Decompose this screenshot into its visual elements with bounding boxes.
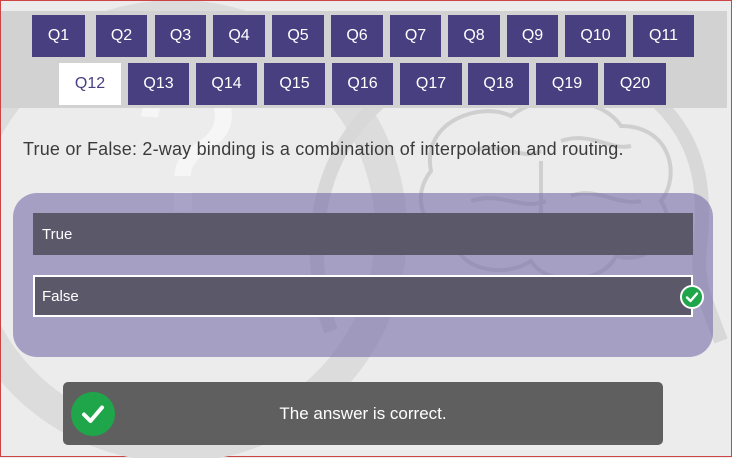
question-navigation: Q1 Q2 Q3 Q4 Q5 Q6 Q7 Q8 Q9 Q10 Q11 Q12 Q… [1,11,727,108]
question-tab-q15[interactable]: Q15 [264,63,325,105]
question-tab-q9[interactable]: Q9 [507,15,558,57]
question-tab-q19[interactable]: Q19 [536,63,598,105]
question-tab-q20[interactable]: Q20 [604,63,666,105]
question-tab-q16[interactable]: Q16 [332,63,393,105]
answer-option-true[interactable]: True [33,213,693,255]
checkmark-icon [71,392,115,436]
answer-feedback-banner: The answer is correct. [63,382,663,445]
question-tab-q18[interactable]: Q18 [468,63,529,105]
question-text: True or False: 2-way binding is a combin… [23,139,624,159]
question-tab-q8[interactable]: Q8 [448,15,500,57]
question-tab-q17[interactable]: Q17 [400,63,462,105]
question-tab-q3[interactable]: Q3 [155,15,206,57]
answer-option-label: False [42,287,79,305]
answer-option-label: True [42,225,73,243]
question-tab-q4[interactable]: Q4 [213,15,265,57]
question-tab-q14[interactable]: Q14 [196,63,257,105]
question-tab-q11[interactable]: Q11 [633,15,694,57]
question-tab-q5[interactable]: Q5 [272,15,324,57]
question-tab-q6[interactable]: Q6 [331,15,383,57]
feedback-message: The answer is correct. [279,403,447,423]
correct-check-icon [680,285,704,309]
question-tab-q12[interactable]: Q12 [59,63,121,105]
question-tab-q1[interactable]: Q1 [32,15,85,57]
question-tab-q10[interactable]: Q10 [565,15,626,57]
question-tab-q13[interactable]: Q13 [128,63,189,105]
question-tab-q7[interactable]: Q7 [390,15,441,57]
answer-options-panel: True False [13,193,713,357]
quiz-container: Q1 Q2 Q3 Q4 Q5 Q6 Q7 Q8 Q9 Q10 Q11 Q12 Q… [1,1,731,456]
answer-option-false[interactable]: False [33,275,704,317]
question-tab-q2[interactable]: Q2 [96,15,147,57]
